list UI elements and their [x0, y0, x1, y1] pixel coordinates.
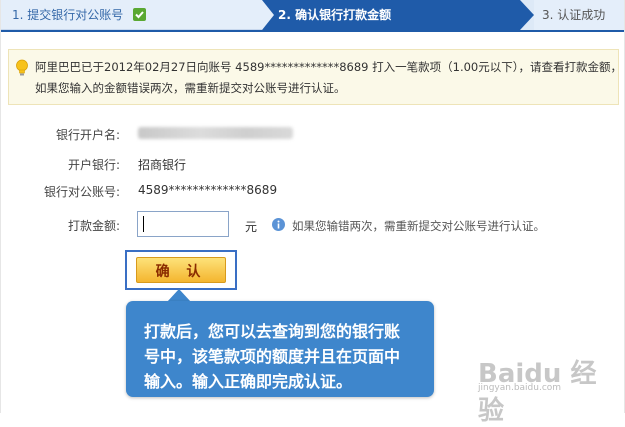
bank-label: 开户银行: [67, 158, 120, 172]
confirm-button[interactable]: 确 认 [136, 257, 226, 283]
notice-line-2: 如果您输入的金额错误两次，需重新提交对公账号进行认证。 [35, 81, 346, 95]
amount-unit: 元 [245, 220, 258, 234]
step-1: 1. 提交银行对公账号 [0, 0, 262, 30]
notice-box: 阿里巴巴已于2012年02月27日向账号 4589*************86… [8, 49, 622, 105]
amount-input[interactable] [137, 211, 229, 237]
account-number-label: 银行对公账号: [43, 185, 120, 199]
step-3-label: 3. 认证成功 [542, 8, 606, 22]
tooltip-line-3: 输入。输入正确即完成认证。 [144, 372, 353, 391]
account-number-value: 4589*************8689 [138, 183, 278, 197]
step-3: 3. 认证成功 [534, 0, 625, 30]
check-icon [133, 8, 147, 21]
text-caret [143, 216, 144, 232]
info-icon [272, 218, 285, 231]
baidu-watermark: Baidu 经验 jingyan.baidu.com [478, 353, 618, 426]
amount-label: 打款金额: [67, 219, 120, 233]
step-arrow [520, 0, 534, 30]
step-2: 2. 确认银行打款金额 [262, 0, 520, 30]
notice-line-1: 阿里巴巴已于2012年02月27日向账号 4589*************86… [35, 60, 622, 74]
confirm-highlight: 确 认 [125, 250, 237, 290]
step-notch [262, 0, 274, 30]
account-name-value-blurred [138, 127, 293, 139]
amount-hint: 如果您输错两次，需重新提交对公账号进行认证。 [292, 219, 545, 233]
tooltip-line-1: 打款后，您可以去查询到您的银行账 [144, 322, 401, 341]
steps-bar: 1. 提交银行对公账号 2. 确认银行打款金额 3. 认证成功 [0, 0, 625, 30]
lightbulb-icon [16, 59, 28, 76]
step-1-label: 1. 提交银行对公账号 [12, 8, 124, 22]
step-2-label: 2. 确认银行打款金额 [278, 8, 392, 22]
steps-underline [0, 30, 625, 32]
account-name-label: 银行开户名: [55, 128, 120, 142]
tooltip-line-2: 号中，该笔款项的额度并且在页面中 [144, 347, 401, 366]
tooltip: 打款后，您可以去查询到您的银行账 号中，该笔款项的额度并且在页面中 输入。输入正… [126, 301, 434, 397]
bank-value: 招商银行 [138, 158, 187, 172]
watermark-sub: jingyan.baidu.com [478, 383, 562, 393]
